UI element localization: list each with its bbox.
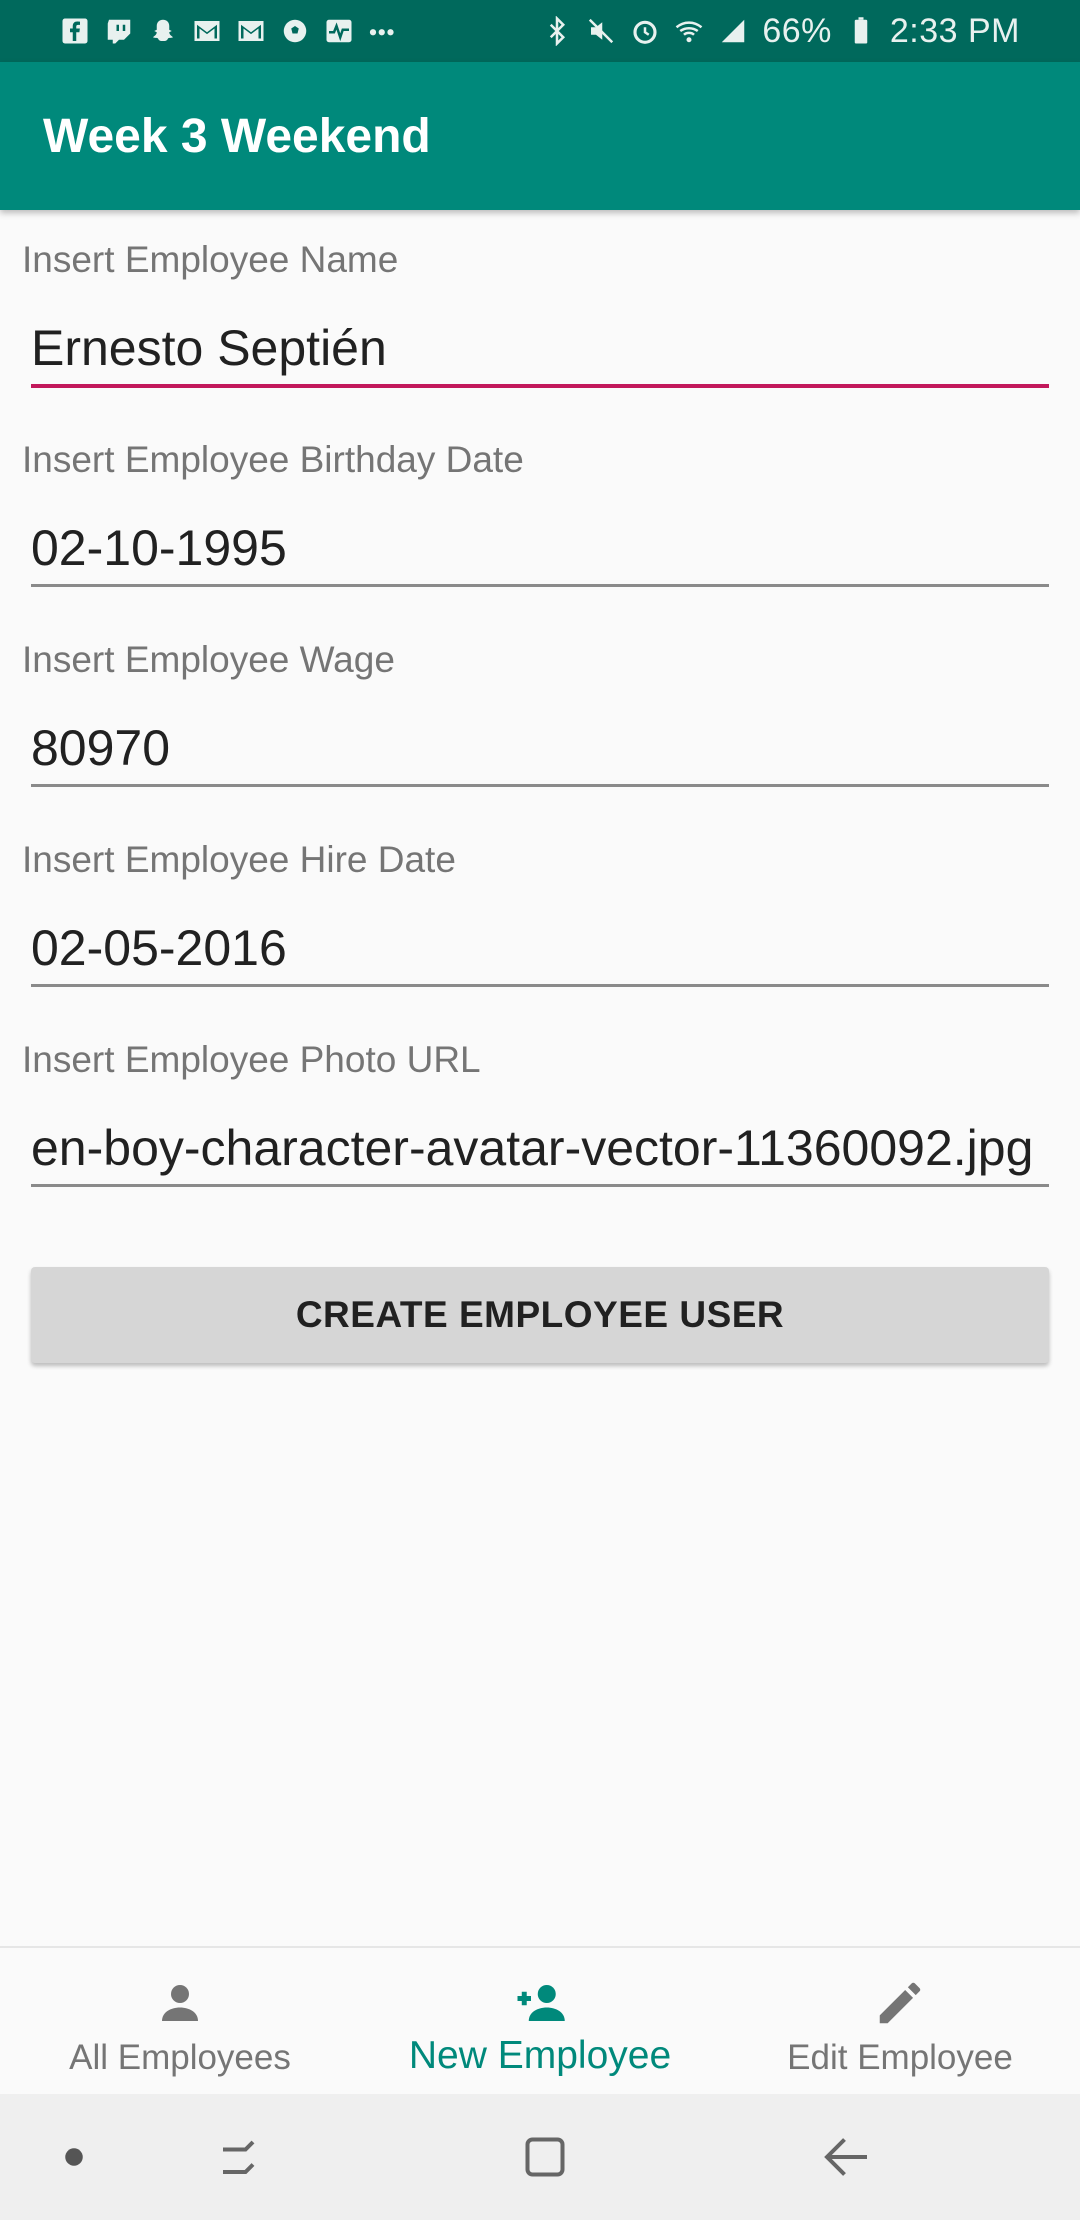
nav-edit-employee-label: Edit Employee bbox=[787, 2038, 1013, 2077]
photo-url-label: Insert Employee Photo URL bbox=[22, 1039, 481, 1080]
wifi-icon bbox=[674, 16, 704, 46]
photo-url-input[interactable] bbox=[31, 1111, 1049, 1187]
hire-date-label: Insert Employee Hire Date bbox=[22, 839, 456, 880]
notification-icons bbox=[60, 16, 398, 46]
twitch-icon bbox=[104, 16, 134, 46]
nav-all-employees-label: All Employees bbox=[69, 2038, 291, 2077]
signal-icon bbox=[718, 16, 748, 46]
home-icon[interactable] bbox=[512, 2124, 578, 2190]
birthday-input[interactable] bbox=[31, 511, 1049, 587]
recent-apps-icon[interactable] bbox=[210, 2124, 276, 2190]
mute-icon bbox=[586, 16, 616, 46]
create-employee-button[interactable]: CREATE EMPLOYEE USER bbox=[31, 1267, 1049, 1363]
nav-new-employee-label: New Employee bbox=[408, 2034, 672, 2077]
facebook-icon bbox=[60, 16, 90, 46]
name-input[interactable] bbox=[31, 312, 1049, 388]
alarm-icon bbox=[630, 16, 660, 46]
wage-label: Insert Employee Wage bbox=[22, 639, 395, 680]
system-navigation-bar bbox=[0, 2094, 1080, 2220]
nav-edit-employee[interactable]: Edit Employee bbox=[720, 1948, 1080, 2096]
bottom-navigation: All Employees New Employee Edit Employee bbox=[0, 1946, 1080, 2096]
person-add-icon bbox=[513, 1976, 567, 2030]
gmail-icon bbox=[192, 16, 222, 46]
clock: 2:33 PM bbox=[889, 11, 1020, 50]
person-icon bbox=[153, 1976, 207, 2030]
app-title: Week 3 Weekend bbox=[43, 109, 431, 163]
snapchat-icon bbox=[148, 16, 178, 46]
app-bar: Week 3 Weekend bbox=[0, 62, 1080, 210]
hire-date-input[interactable] bbox=[31, 911, 1049, 987]
gmail-icon bbox=[236, 16, 266, 46]
back-icon[interactable] bbox=[814, 2124, 880, 2190]
dot-indicator-icon bbox=[41, 2124, 107, 2190]
battery-icon bbox=[846, 16, 876, 46]
nav-all-employees[interactable]: All Employees bbox=[0, 1948, 360, 2096]
more-dots-icon bbox=[368, 16, 398, 46]
soccer-icon bbox=[280, 16, 310, 46]
birthday-label: Insert Employee Birthday Date bbox=[22, 439, 524, 480]
pencil-icon bbox=[873, 1976, 927, 2030]
system-indicators: 66% 2:33 PM bbox=[542, 12, 1020, 51]
activity-icon bbox=[324, 16, 354, 46]
status-bar: 66% 2:33 PM bbox=[0, 0, 1080, 62]
wage-input[interactable] bbox=[31, 711, 1049, 787]
battery-percent: 66% bbox=[762, 11, 832, 50]
nav-new-employee[interactable]: New Employee bbox=[360, 1948, 720, 2096]
name-label: Insert Employee Name bbox=[22, 239, 399, 280]
bluetooth-icon bbox=[542, 16, 572, 46]
